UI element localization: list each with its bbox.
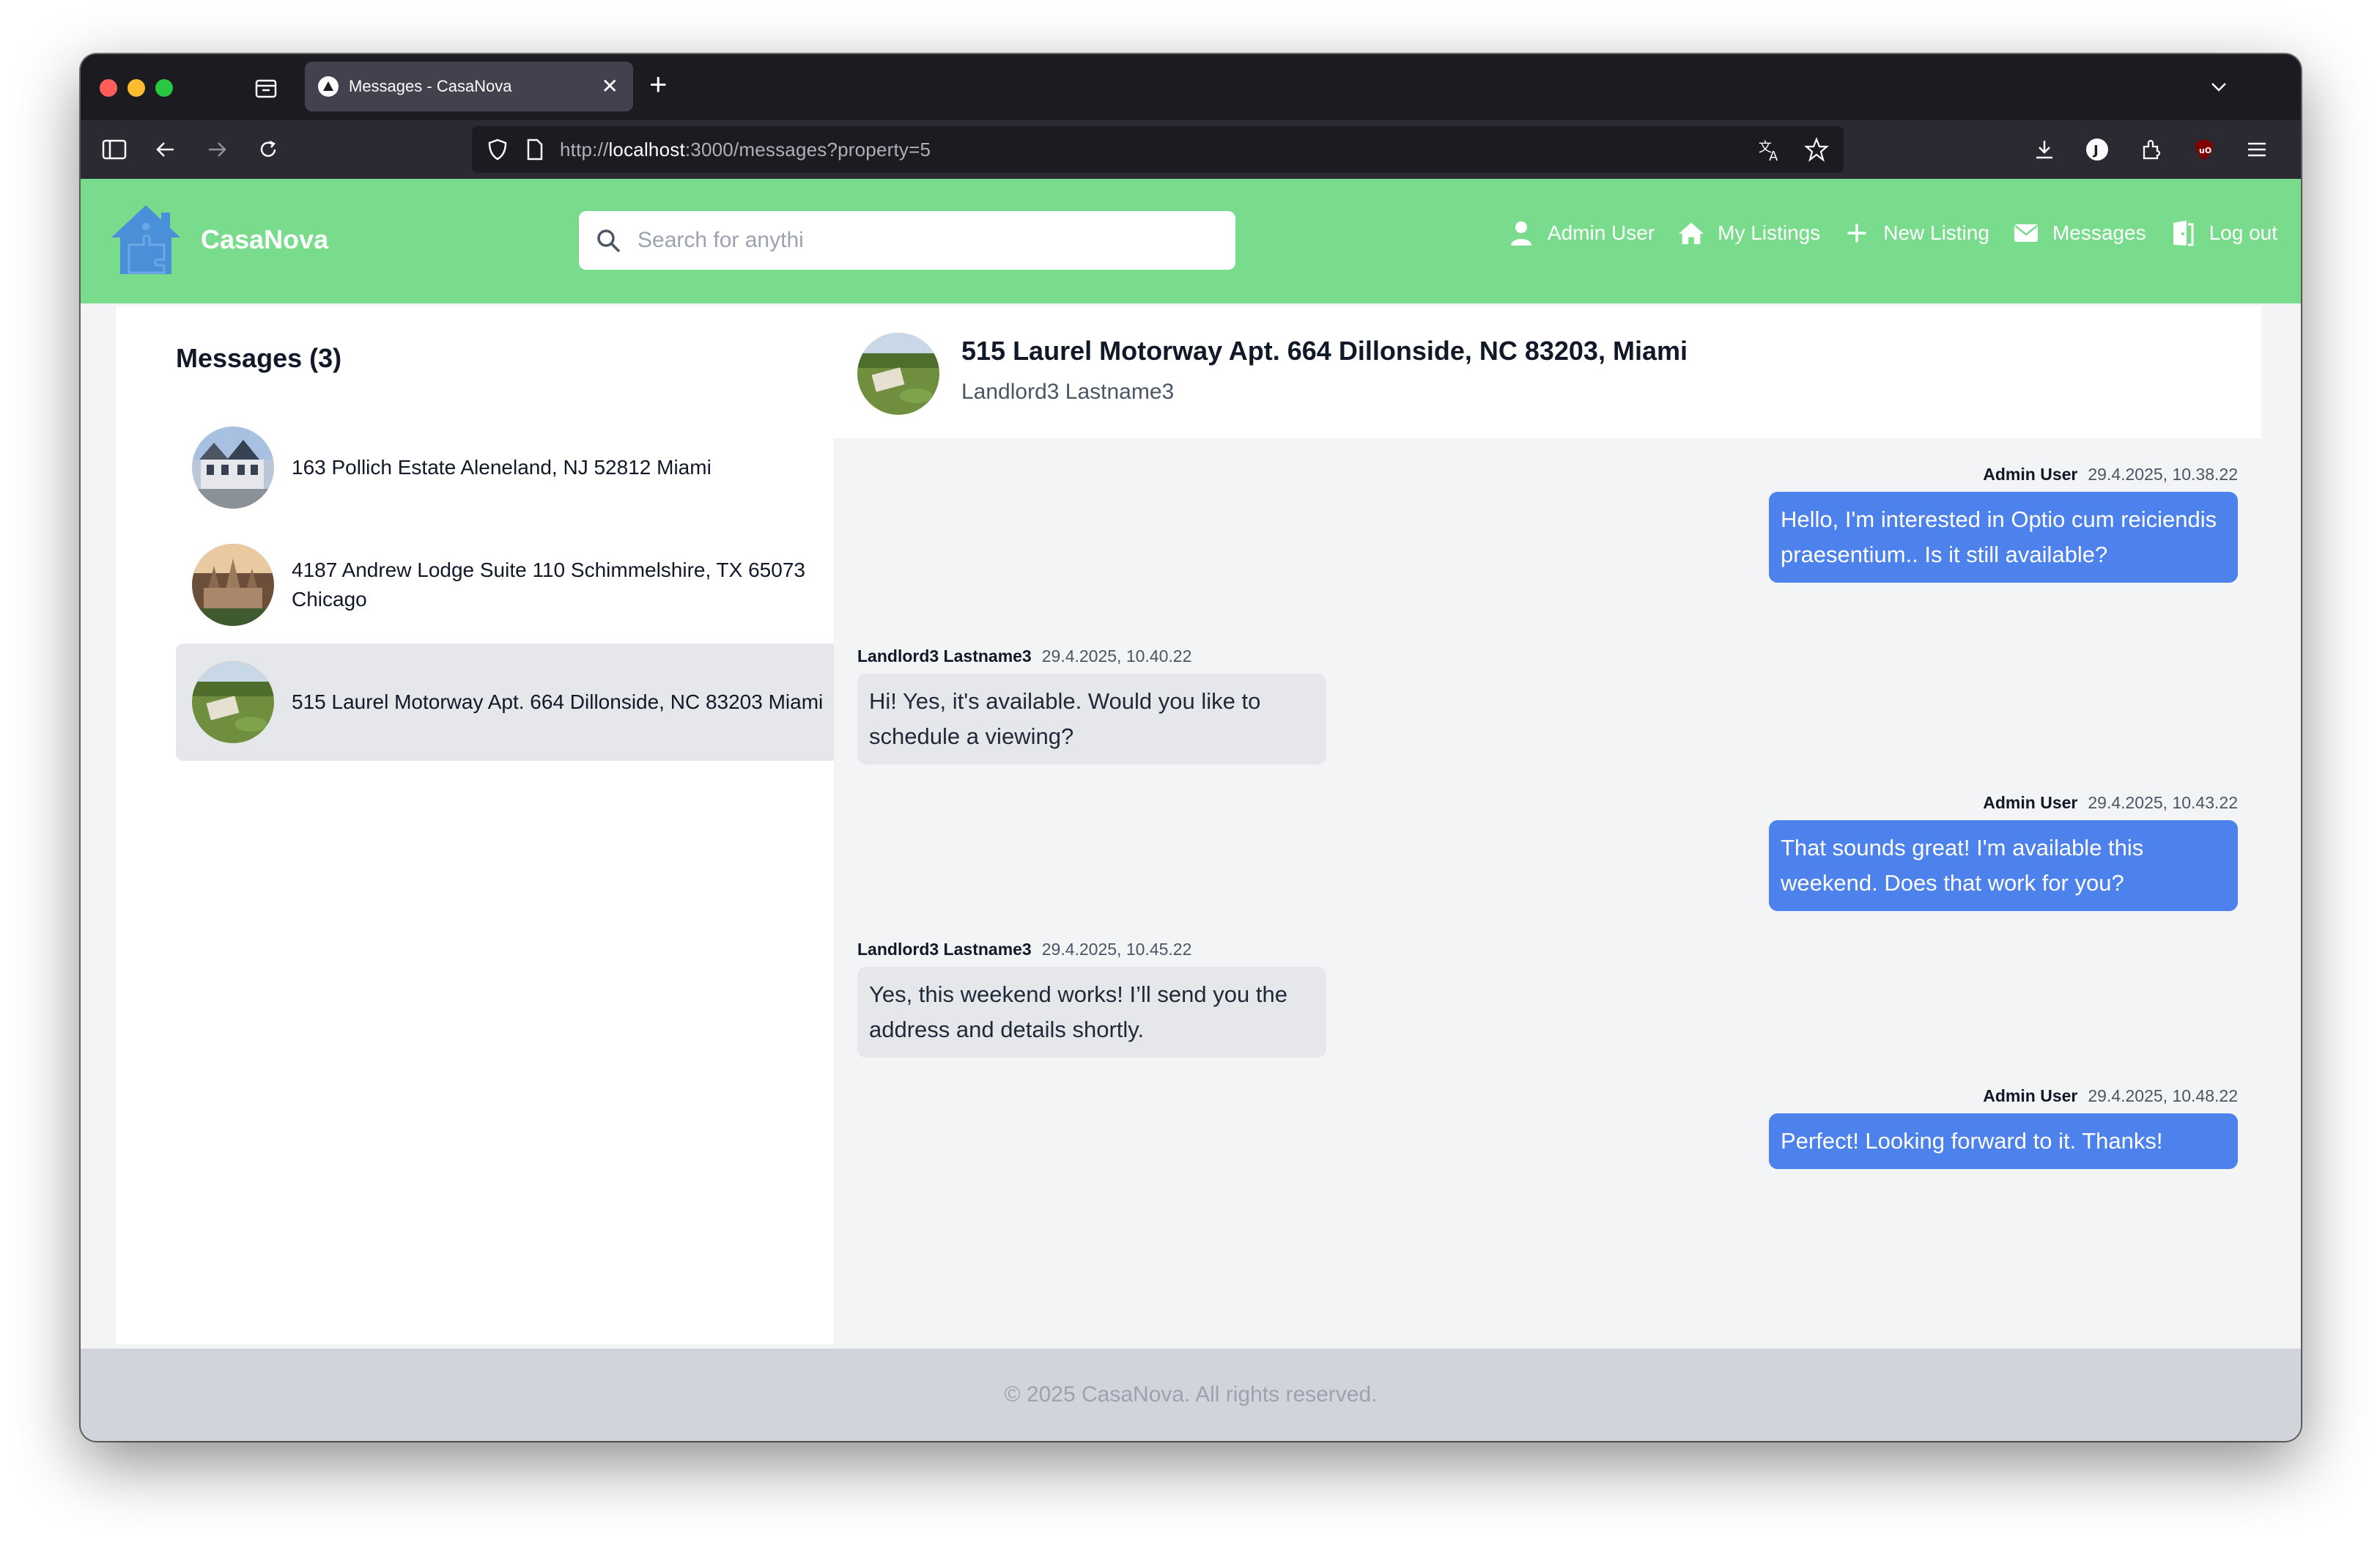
close-window-button[interactable]	[100, 79, 117, 97]
message-bubble: That sounds great! I'm available this we…	[1769, 820, 2238, 911]
conversation-item[interactable]: 4187 Andrew Lodge Suite 110 Schimmelshir…	[176, 526, 846, 644]
conversation-item[interactable]: 163 Pollich Estate Aleneland, NJ 52812 M…	[176, 409, 846, 526]
user-icon	[1508, 220, 1534, 246]
ublock-icon[interactable]: uO	[2189, 135, 2219, 164]
downloads-icon[interactable]	[2030, 135, 2059, 164]
chat-header: 515 Laurel Motorway Apt. 664 Dillonside,…	[834, 306, 2261, 438]
nav-user-label: Admin User	[1547, 221, 1655, 244]
message-sender: Landlord3 Lastname3	[857, 940, 1032, 959]
message-incoming: Landlord3 Lastname3 29.4.2025, 10.45.22 Y…	[857, 940, 1326, 1058]
reload-icon[interactable]	[254, 135, 283, 164]
message-meta: Landlord3 Lastname3 29.4.2025, 10.45.22	[857, 940, 1326, 959]
nav-logout-label: Log out	[2209, 221, 2277, 244]
nav-messages-label: Messages	[2052, 221, 2146, 244]
message-sender: Admin User	[1983, 793, 2078, 812]
message-outgoing: Admin User 29.4.2025, 10.38.22 Hello, I'm…	[1769, 465, 2238, 583]
message-incoming: Landlord3 Lastname3 29.4.2025, 10.40.22 H…	[857, 646, 1326, 764]
message-meta: Admin User 29.4.2025, 10.43.22	[1769, 793, 2238, 813]
svg-text:A: A	[1769, 149, 1778, 162]
tab-messages[interactable]: Messages - CasaNova ✕	[305, 62, 633, 111]
message-outgoing: Admin User 29.4.2025, 10.43.22 That sound…	[1769, 793, 2238, 911]
message-bubble: Hello, I'm interested in Optio cum reici…	[1769, 492, 2238, 583]
site-header: CasaNova Admin User My L	[81, 179, 2301, 303]
minimize-window-button[interactable]	[128, 79, 145, 97]
new-tab-button[interactable]: +	[649, 69, 668, 100]
conversation-address: 163 Pollich Estate Aleneland, NJ 52812 M…	[292, 456, 712, 479]
chat-recipient: Landlord3 Lastname3	[961, 380, 1175, 404]
nav-my-listings[interactable]: My Listings	[1678, 220, 1820, 246]
message-time: 29.4.2025, 10.43.22	[2088, 793, 2238, 812]
plus-icon	[1844, 220, 1870, 246]
message-time: 29.4.2025, 10.48.22	[2088, 1086, 2238, 1105]
property-thumbnail	[192, 544, 274, 626]
browser-toolbar: http://localhost:3000/messages?property=…	[81, 120, 2301, 179]
maximize-window-button[interactable]	[155, 79, 173, 97]
chevron-down-icon[interactable]	[2207, 75, 2231, 98]
nav-messages[interactable]: Messages	[2013, 220, 2146, 246]
home-icon	[1678, 220, 1704, 246]
message-time: 29.4.2025, 10.40.22	[1041, 646, 1192, 666]
door-exit-icon	[2170, 220, 2196, 246]
message-sender: Admin User	[1983, 465, 2078, 484]
property-thumbnail	[192, 661, 274, 743]
message-outgoing: Admin User 29.4.2025, 10.48.22 Perfect! L…	[1769, 1086, 2238, 1169]
message-sender: Admin User	[1983, 1086, 2078, 1105]
conversation-address: 515 Laurel Motorway Apt. 664 Dillonside,…	[292, 690, 824, 713]
nav-my-listings-label: My Listings	[1718, 221, 1821, 244]
tab-overview-icon[interactable]	[254, 75, 278, 100]
menu-icon[interactable]	[2242, 135, 2272, 164]
main-nav: Admin User My Listings New Listing Messa…	[1485, 220, 2277, 246]
conversation-sidebar: Messages (3) 163 Pollich Estate Alenelan…	[116, 306, 846, 1344]
message-time: 29.4.2025, 10.45.22	[1041, 940, 1192, 959]
casanova-logo[interactable]	[107, 201, 185, 279]
message-meta: Admin User 29.4.2025, 10.38.22	[1769, 465, 2238, 484]
extensions-icon[interactable]	[2137, 135, 2166, 164]
property-thumbnail	[192, 427, 274, 509]
brand-name[interactable]: CasaNova	[201, 224, 328, 255]
forward-arrow-icon[interactable]	[202, 135, 232, 164]
message-sender: Landlord3 Lastname3	[857, 646, 1032, 666]
nav-user[interactable]: Admin User	[1508, 220, 1655, 246]
sidebar-toggle-icon[interactable]	[100, 135, 129, 164]
chat-area: 515 Laurel Motorway Apt. 664 Dillonside,…	[834, 306, 2261, 1344]
svg-text:J: J	[2092, 143, 2099, 158]
site-footer: © 2025 CasaNova. All rights reserved.	[81, 1349, 2301, 1441]
back-arrow-icon[interactable]	[151, 135, 180, 164]
conversation-list: 163 Pollich Estate Aleneland, NJ 52812 M…	[176, 409, 846, 761]
search-icon	[595, 227, 621, 254]
tab-close-icon[interactable]: ✕	[602, 76, 618, 97]
page-icon	[526, 139, 544, 161]
shield-icon[interactable]	[487, 138, 509, 161]
web-page: CasaNova Admin User My L	[81, 179, 2301, 1441]
browser-window: Messages - CasaNova ✕ + http://localhost…	[81, 54, 2301, 1441]
messages-panel: Messages (3) 163 Pollich Estate Alenelan…	[116, 306, 2261, 1344]
translate-icon[interactable]: 文A	[1757, 137, 1782, 162]
conversation-address: 4187 Andrew Lodge Suite 110 Schimmelshir…	[292, 559, 805, 611]
svg-text:uO: uO	[2199, 146, 2211, 155]
message-bubble: Yes, this weekend works! I’ll send you t…	[857, 967, 1326, 1058]
property-thumbnail	[857, 333, 939, 415]
nav-logout[interactable]: Log out	[2170, 220, 2277, 246]
nav-new-listing-label: New Listing	[1883, 221, 1989, 244]
tab-bar: Messages - CasaNova ✕ +	[81, 54, 2301, 120]
message-bubble: Hi! Yes, it's available. Would you like …	[857, 674, 1326, 764]
account-icon[interactable]: J	[2082, 135, 2112, 164]
footer-copyright: © 2025 CasaNova. All rights reserved.	[1004, 1382, 1378, 1407]
tab-title: Messages - CasaNova	[349, 77, 512, 95]
url-text[interactable]: http://localhost:3000/messages?property=…	[560, 139, 931, 161]
chat-title: 515 Laurel Motorway Apt. 664 Dillonside,…	[961, 336, 1688, 366]
message-meta: Landlord3 Lastname3 29.4.2025, 10.40.22	[857, 646, 1326, 666]
message-bubble: Perfect! Looking forward to it. Thanks!	[1769, 1113, 2238, 1169]
search-input[interactable]	[638, 228, 1194, 253]
sidebar-title: Messages (3)	[176, 343, 342, 373]
nav-new-listing[interactable]: New Listing	[1844, 220, 1989, 246]
message-meta: Admin User 29.4.2025, 10.48.22	[1769, 1086, 2238, 1106]
envelope-icon	[2013, 220, 2039, 246]
conversation-item-active[interactable]: 515 Laurel Motorway Apt. 664 Dillonside,…	[176, 644, 846, 761]
search-bar[interactable]	[579, 211, 1235, 270]
address-bar[interactable]: http://localhost:3000/messages?property=…	[472, 126, 1844, 173]
casanova-favicon-icon	[318, 76, 339, 97]
message-time: 29.4.2025, 10.38.22	[2088, 465, 2238, 484]
bookmark-star-icon[interactable]	[1804, 137, 1829, 162]
